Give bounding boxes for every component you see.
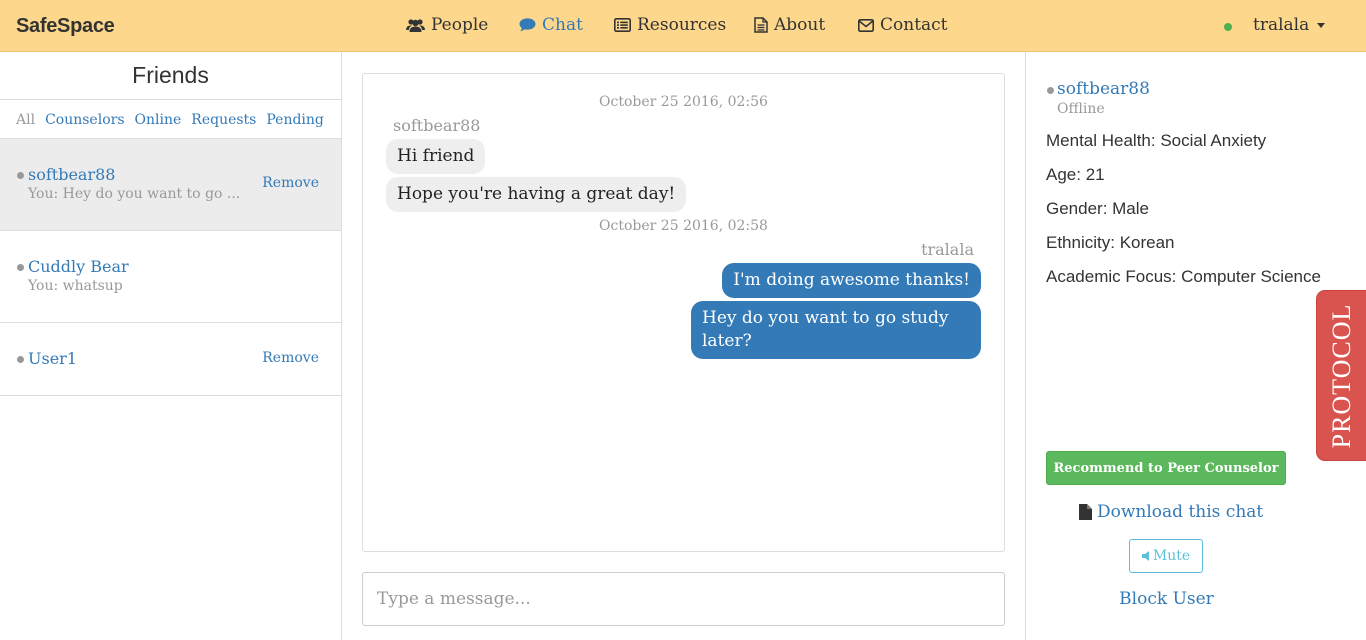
profile-mental-health: Mental Health: Social Anxiety bbox=[1046, 131, 1267, 150]
friends-title: Friends bbox=[132, 62, 209, 88]
chat-messages-panel[interactable]: October 25 2016, 02:56 softbear88 Hi fri… bbox=[362, 73, 1005, 552]
message-timestamp: October 25 2016, 02:58 bbox=[599, 218, 768, 234]
friend-list: softbear88 You: Hey do you want to go ..… bbox=[0, 138, 341, 396]
online-status-dot bbox=[1224, 23, 1232, 31]
recommend-peer-counselor-button[interactable]: Recommend to Peer Counselor bbox=[1046, 451, 1286, 485]
protocol-tab[interactable]: PROTOCOL bbox=[1316, 290, 1366, 461]
file-icon bbox=[1079, 504, 1092, 520]
offline-status-dot bbox=[17, 264, 24, 271]
friend-item-cuddly-bear[interactable]: Cuddly Bear You: whatsup bbox=[0, 230, 341, 322]
filter-requests[interactable]: Requests bbox=[191, 112, 256, 128]
nav-contact-label: Contact bbox=[880, 15, 948, 35]
message-input[interactable] bbox=[362, 572, 1005, 626]
filter-all[interactable]: All bbox=[16, 112, 35, 128]
message-bubble-incoming: Hope you're having a great day! bbox=[386, 177, 687, 212]
friend-name[interactable]: Cuddly Bear bbox=[28, 257, 129, 276]
profile-ethnicity: Ethnicity: Korean bbox=[1046, 233, 1175, 252]
profile-gender: Gender: Male bbox=[1046, 199, 1149, 218]
download-chat-label: Download this chat bbox=[1097, 502, 1264, 522]
divider bbox=[0, 99, 341, 100]
comment-icon bbox=[519, 18, 536, 32]
offline-status-dot bbox=[17, 172, 24, 179]
friend-item-softbear88[interactable]: softbear88 You: Hey do you want to go ..… bbox=[0, 138, 341, 230]
nav-resources-label: Resources bbox=[637, 15, 727, 35]
username-label: tralala bbox=[1253, 15, 1310, 35]
friend-last-message: You: whatsup bbox=[28, 278, 123, 294]
navbar: SafeSpace People Chat Resources About Co… bbox=[0, 0, 1366, 52]
message-sender: tralala bbox=[921, 240, 974, 259]
friend-name[interactable]: User1 bbox=[28, 349, 77, 368]
message-bubble-incoming: Hi friend bbox=[386, 139, 486, 174]
friend-name[interactable]: softbear88 bbox=[28, 165, 115, 184]
friend-last-message: You: Hey do you want to go ... bbox=[28, 186, 241, 202]
nav-resources[interactable]: Resources bbox=[614, 15, 726, 35]
nav-about-label: About bbox=[774, 15, 826, 35]
nav-people-label: People bbox=[431, 15, 489, 35]
block-user-link[interactable]: Block User bbox=[1026, 589, 1307, 609]
message-bubble-outgoing: I'm doing awesome thanks! bbox=[722, 263, 981, 298]
nav-chat[interactable]: Chat bbox=[519, 15, 583, 35]
users-icon bbox=[406, 18, 425, 32]
user-menu-dropdown[interactable]: tralala bbox=[1253, 15, 1326, 35]
nav-contact[interactable]: Contact bbox=[858, 15, 948, 35]
message-sender: softbear88 bbox=[393, 116, 481, 135]
nav-about[interactable]: About bbox=[754, 15, 825, 35]
volume-off-icon bbox=[1141, 551, 1149, 561]
friends-panel: Friends All Counselors Online Requests P… bbox=[0, 52, 342, 640]
list-alt-icon bbox=[614, 18, 631, 32]
message-bubble-outgoing: Hey do you want to go study later? bbox=[691, 301, 981, 359]
profile-age: Age: 21 bbox=[1046, 165, 1105, 184]
profile-academic-focus: Academic Focus: Computer Science bbox=[1046, 267, 1321, 286]
filter-counselors[interactable]: Counselors bbox=[45, 112, 124, 128]
profile-username[interactable]: softbear88 bbox=[1057, 79, 1150, 99]
nav-people[interactable]: People bbox=[406, 15, 488, 35]
file-text-icon bbox=[754, 17, 768, 33]
download-chat-link[interactable]: Download this chat bbox=[1079, 502, 1263, 522]
friend-item-user1[interactable]: User1 Remove bbox=[0, 322, 341, 396]
offline-status-dot bbox=[17, 356, 24, 363]
remove-friend-button[interactable]: Remove bbox=[262, 350, 319, 366]
filter-online[interactable]: Online bbox=[135, 112, 182, 128]
friend-filters: All Counselors Online Requests Pending bbox=[16, 112, 324, 128]
caret-down-icon bbox=[1317, 22, 1326, 28]
filter-pending[interactable]: Pending bbox=[266, 112, 324, 128]
message-timestamp: October 25 2016, 02:56 bbox=[599, 94, 768, 110]
envelope-icon bbox=[858, 18, 874, 32]
nav-chat-label: Chat bbox=[542, 15, 583, 35]
offline-status-dot bbox=[1047, 87, 1054, 94]
brand-logo[interactable]: SafeSpace bbox=[16, 15, 115, 38]
remove-friend-button[interactable]: Remove bbox=[262, 175, 319, 191]
mute-label: Mute bbox=[1152, 548, 1191, 564]
profile-status: Offline bbox=[1057, 101, 1105, 117]
protocol-label: PROTOCOL bbox=[1327, 303, 1356, 449]
mute-button[interactable]: Mute bbox=[1129, 539, 1203, 573]
profile-panel: softbear88 Offline Mental Health: Social… bbox=[1025, 52, 1366, 640]
